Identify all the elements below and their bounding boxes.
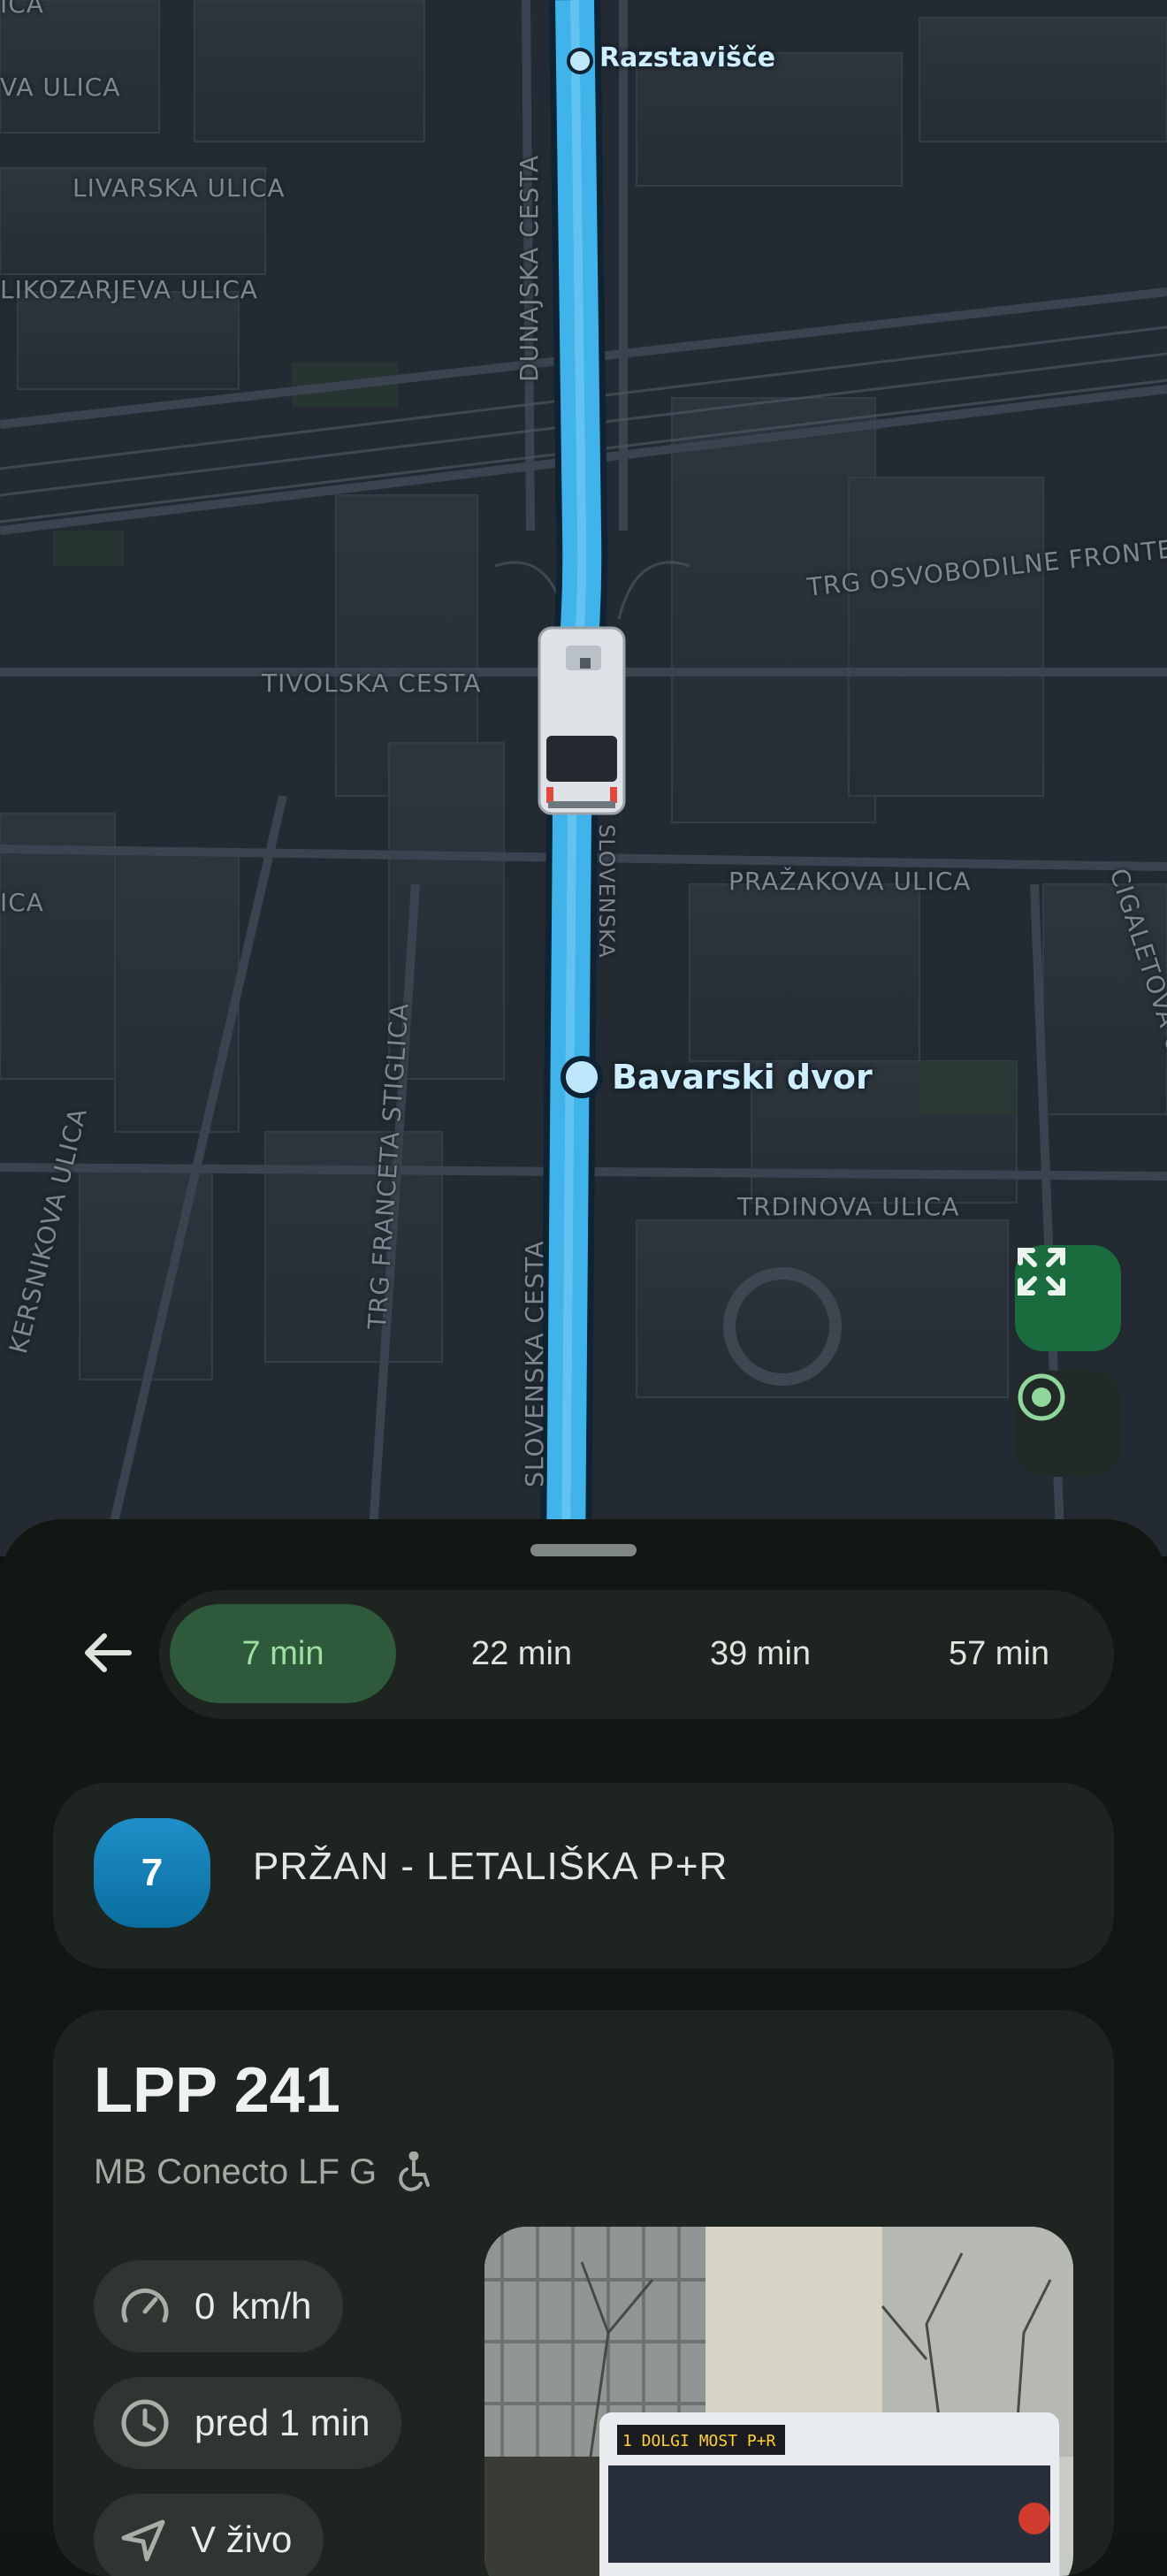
street-label: ICA — [0, 0, 44, 19]
map-view[interactable]: ICA VA ULICA LIVARSKA ULICA LIKOZARJEVA … — [0, 0, 1167, 1556]
street-label: SLOVENSKA — [594, 824, 619, 959]
destination-sign: 1 DOLGI MOST P+R — [622, 2432, 776, 2450]
drag-handle[interactable] — [530, 1544, 637, 1556]
speed-unit: km/h — [231, 2285, 312, 2327]
fullscreen-icon — [1018, 1248, 1065, 1296]
back-button[interactable] — [76, 1621, 140, 1685]
fit-route-button[interactable] — [1015, 1245, 1121, 1351]
map-canvas — [0, 0, 1167, 1556]
route-number-badge: 7 — [94, 1818, 210, 1928]
street-label: LIVARSKA ULICA — [72, 173, 286, 203]
departure-tab[interactable]: 39 min — [647, 1604, 873, 1703]
departure-tab[interactable]: 7 min — [170, 1604, 396, 1703]
bus-marker[interactable] — [538, 626, 626, 815]
street-label: SLOVENSKA CESTA — [520, 1240, 549, 1487]
bus-photo-image: 1 DOLGI MOST P+R — [484, 2227, 1073, 2576]
stop-marker[interactable] — [567, 48, 593, 74]
street-label: DUNAJSKA CESTA — [515, 154, 544, 382]
stop-label: Razstavišče — [599, 42, 776, 73]
wheelchair-icon — [399, 2152, 431, 2191]
vehicle-model-text: MB Conecto LF G — [94, 2152, 378, 2191]
bottom-sheet[interactable]: 7 min 22 min 39 min 57 min 7 PRŽAN - LET… — [0, 1519, 1167, 2576]
vehicle-model: MB Conecto LF G — [94, 2152, 431, 2192]
vehicle-photo[interactable]: 1 DOLGI MOST P+R — [484, 2227, 1073, 2576]
live-status-text: V živo — [191, 2519, 293, 2560]
departure-tab[interactable]: 57 min — [886, 1604, 1112, 1703]
street-label: TIVOLSKA CESTA — [262, 669, 482, 698]
street-label: PRAŽAKOVA ULICA — [728, 867, 972, 896]
stop-label: Bavarski dvor — [612, 1058, 873, 1097]
route-card[interactable]: 7 PRŽAN - LETALIŠKA P+R — [53, 1783, 1114, 1968]
vehicle-title: LPP 241 — [94, 2055, 340, 2126]
last-update-chip: pred 1 min — [94, 2377, 402, 2469]
arrow-left-icon — [85, 1633, 132, 1672]
live-status-chip: V živo — [94, 2494, 324, 2576]
my-location-button[interactable] — [1015, 1371, 1121, 1477]
speed-value: 0 — [194, 2285, 216, 2327]
stop-marker[interactable] — [561, 1056, 603, 1098]
departure-tab[interactable]: 22 min — [408, 1604, 635, 1703]
clock-icon — [121, 2399, 169, 2447]
last-update-text: pred 1 min — [194, 2402, 370, 2443]
navigation-arrow-icon — [121, 2519, 165, 2562]
street-label: VA ULICA — [0, 73, 121, 102]
street-label: TRDINOVA ULICA — [737, 1192, 960, 1221]
departure-tabs: 7 min 22 min 39 min 57 min — [159, 1590, 1114, 1719]
speed-chip: 0 km/h — [94, 2260, 344, 2352]
speedometer-icon — [121, 2288, 169, 2323]
route-name: PRŽAN - LETALIŠKA P+R — [253, 1845, 728, 1888]
street-label: ICA — [0, 888, 44, 917]
vehicle-card: LPP 241 MB Conecto LF G 0 km/h pred 1 mi… — [53, 2010, 1114, 2576]
street-label: LIKOZARJEVA ULICA — [0, 275, 258, 304]
my-location-icon — [1018, 1373, 1065, 1421]
